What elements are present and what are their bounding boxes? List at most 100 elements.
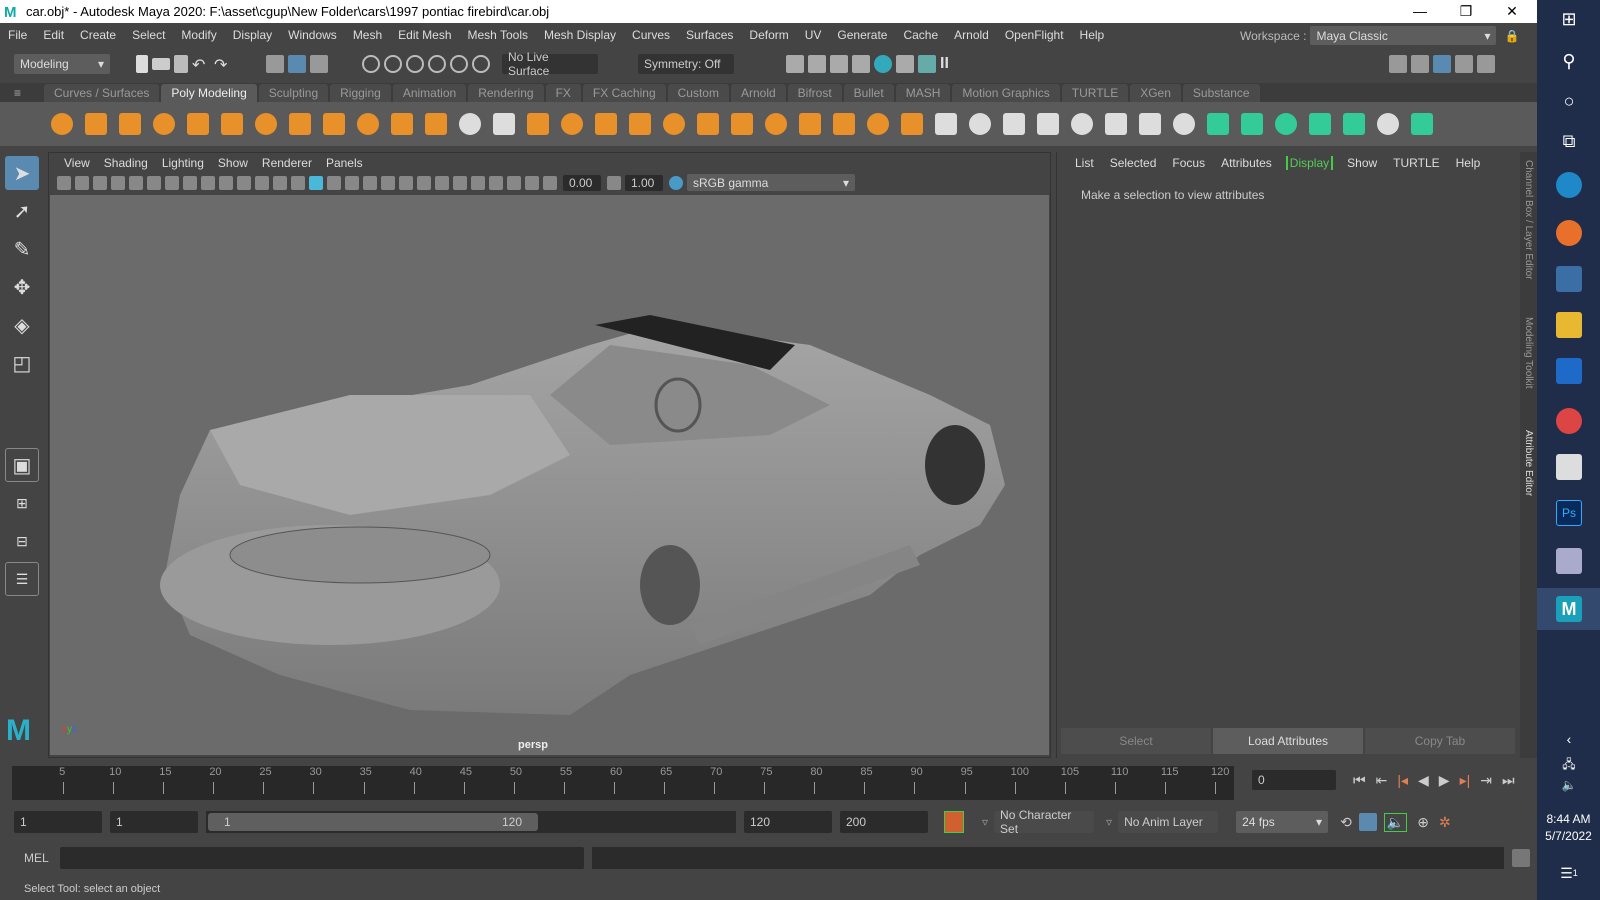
shelf-tab-curves-surfaces[interactable]: Curves / Surfaces — [44, 84, 160, 102]
menu-file[interactable]: File — [0, 28, 35, 42]
sew-uv-icon[interactable] — [1374, 110, 1402, 138]
lasso-tool-icon[interactable]: ➚ — [5, 194, 39, 228]
shelf-tab-rendering[interactable]: Rendering — [468, 84, 544, 102]
auto-key-icon[interactable] — [944, 811, 964, 833]
search-icon[interactable]: ⚲ — [1556, 48, 1582, 74]
arnold-render-icon[interactable] — [918, 55, 936, 73]
uv-editor-icon[interactable] — [1408, 110, 1436, 138]
merge-icon[interactable] — [932, 110, 960, 138]
play-forward-icon[interactable]: ▶ — [1439, 772, 1450, 789]
snap-grid-icon[interactable] — [362, 55, 380, 73]
slide-edge-icon[interactable] — [1034, 110, 1062, 138]
planar-uv-icon[interactable] — [1204, 110, 1232, 138]
select-object-icon[interactable] — [288, 55, 306, 73]
viewport-menu-shading[interactable]: Shading — [97, 156, 155, 170]
minimize-button[interactable]: — — [1397, 0, 1443, 23]
menu-modify[interactable]: Modify — [173, 28, 224, 42]
cut-uv-icon[interactable] — [1340, 110, 1368, 138]
network-app-icon[interactable] — [1556, 548, 1582, 574]
undo-icon[interactable]: ↶ — [192, 55, 210, 74]
poke-icon[interactable] — [898, 110, 926, 138]
fps-dropdown[interactable]: 24 fps ▾ — [1236, 811, 1329, 833]
character-set-dropdown[interactable]: No Character Set — [994, 808, 1095, 836]
mel-label[interactable]: MEL — [24, 851, 58, 865]
range-slider[interactable]: 1 120 — [206, 811, 736, 833]
extrude-icon[interactable] — [762, 110, 790, 138]
ae-menu-attributes[interactable]: Attributes — [1213, 156, 1280, 170]
viewport-menu-show[interactable]: Show — [211, 156, 255, 170]
redo-icon[interactable]: ↷ — [214, 55, 232, 74]
mirror-icon[interactable] — [1102, 110, 1130, 138]
type-icon[interactable] — [354, 110, 382, 138]
rotate-tool-icon[interactable]: ◈ — [5, 308, 39, 342]
shelf-menu-icon[interactable]: ≡ — [14, 86, 21, 100]
maya-taskbar-icon[interactable]: M — [1556, 596, 1582, 622]
smooth-shade-icon[interactable] — [309, 175, 323, 190]
field-chart-icon[interactable] — [237, 175, 251, 190]
select-tool-icon[interactable]: ➤ — [5, 156, 39, 190]
isolate-select-icon[interactable] — [471, 175, 485, 190]
combine-icon[interactable] — [422, 110, 450, 138]
shelf-tab-sculpting[interactable]: Sculpting — [258, 84, 329, 102]
append-icon[interactable] — [660, 110, 688, 138]
tab-channel-box[interactable]: Channel Box / Layer Editor — [1523, 160, 1534, 280]
step-forward-icon[interactable]: ⇥ — [1480, 772, 1492, 789]
animation-end-field[interactable]: 200 — [840, 811, 928, 833]
2d-pan-zoom-icon[interactable] — [147, 175, 161, 190]
notification-center-icon[interactable]: ☰ 1 — [1556, 860, 1582, 886]
multi-cut-icon[interactable] — [728, 110, 756, 138]
shelf-tab-animation[interactable]: Animation — [392, 84, 467, 102]
menu-openflight[interactable]: OpenFlight — [997, 28, 1072, 42]
extract-icon[interactable] — [490, 110, 518, 138]
cache-playback-icon[interactable] — [1358, 813, 1377, 831]
save-scene-icon[interactable] — [174, 55, 188, 73]
ipr-render-icon[interactable] — [830, 55, 848, 73]
camera-attributes-icon[interactable] — [75, 175, 89, 190]
ae-menu-selected[interactable]: Selected — [1102, 156, 1165, 170]
menu-set-dropdown[interactable]: Modeling ▾ — [14, 54, 110, 74]
range-slider-handle[interactable]: 1 120 — [208, 813, 538, 831]
offset-icon[interactable] — [830, 110, 858, 138]
playback-start-field[interactable]: 1 — [110, 811, 198, 833]
poly-cone-icon[interactable] — [150, 110, 178, 138]
menu-uv[interactable]: UV — [797, 28, 830, 42]
textured-icon[interactable] — [345, 175, 359, 190]
file-explorer-icon[interactable] — [1556, 312, 1582, 338]
snap-projected-center-icon[interactable] — [428, 55, 446, 73]
shelf-tab-poly-modeling[interactable]: Poly Modeling — [161, 84, 257, 102]
shelf-tab-mash[interactable]: MASH — [895, 84, 951, 102]
ae-menu-list[interactable]: List — [1067, 156, 1102, 170]
channel-box-icon[interactable] — [1477, 55, 1495, 73]
restore-button[interactable]: ❐ — [1443, 0, 1489, 23]
film-gate-icon[interactable] — [183, 175, 197, 190]
wedge-icon[interactable] — [864, 110, 892, 138]
time-slider[interactable]: 5 10 15 20 25 30 35 40 45 50 55 60 65 70 75 80 85 90 95 100… — [12, 766, 1234, 800]
live-surface-field[interactable]: No Live Surface — [502, 50, 598, 78]
bevel-icon[interactable] — [796, 110, 824, 138]
move-tool-icon[interactable]: ✥ — [5, 270, 39, 304]
snap-point-icon[interactable] — [406, 55, 424, 73]
3d-viewport[interactable]: xyz persp — [50, 195, 1049, 755]
bookmark-icon[interactable] — [93, 175, 107, 190]
menu-select[interactable]: Select — [124, 28, 173, 42]
exposure-field[interactable]: 0.00 — [563, 174, 601, 191]
menu-help[interactable]: Help — [1072, 28, 1113, 42]
smooth-icon[interactable] — [558, 110, 586, 138]
anti-aliasing-icon[interactable] — [435, 175, 449, 190]
play-backward-icon[interactable]: ◀ — [1418, 772, 1429, 789]
single-perspective-layout-icon[interactable]: ▣ — [5, 448, 39, 482]
clock-date[interactable]: 5/7/2022 — [1537, 829, 1600, 843]
unfold-icon[interactable] — [1272, 110, 1300, 138]
shelf-tab-motion-graphics[interactable]: Motion Graphics — [952, 84, 1060, 102]
workspace-dropdown[interactable]: Maya Classic ▾ — [1310, 26, 1497, 45]
snap-curve-icon[interactable] — [384, 55, 402, 73]
exposure-icon[interactable] — [543, 175, 557, 190]
use-lights-icon[interactable] — [363, 175, 377, 190]
load-attributes-button[interactable]: Load Attributes — [1213, 728, 1363, 754]
viewport-menu-lighting[interactable]: Lighting — [155, 156, 211, 170]
ae-menu-turtle[interactable]: TURTLE — [1385, 156, 1447, 170]
select-button[interactable]: Select — [1061, 728, 1211, 754]
loop-icon[interactable]: ⟲ — [1340, 814, 1352, 831]
paint-select-tool-icon[interactable]: ✎ — [5, 232, 39, 266]
cortana-icon[interactable]: ○ — [1556, 88, 1582, 114]
